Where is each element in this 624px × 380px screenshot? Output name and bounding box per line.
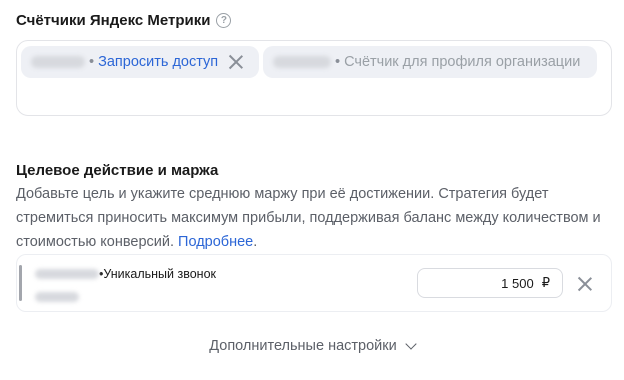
goal-sub-redacted: [35, 292, 79, 302]
remove-counter-icon[interactable]: [228, 54, 244, 70]
goal-description-text: Добавьте цель и укажите среднюю маржу пр…: [16, 186, 601, 250]
goal-description: Добавьте цель и укажите среднюю маржу пр…: [16, 182, 616, 254]
counter-chip-2[interactable]: • Счётчик для профиля организации: [263, 46, 597, 78]
org-profile-counter-label: Счётчик для профиля организации: [344, 54, 581, 70]
learn-more-link[interactable]: Подробнее: [178, 234, 253, 250]
goal-section-title: Целевое действие и маржа: [16, 162, 219, 179]
request-access-link[interactable]: Запросить доступ: [98, 54, 218, 70]
counter-id-redacted: [273, 56, 331, 68]
chip-separator: •: [89, 54, 95, 70]
more-settings-label: Дополнительные настройки: [209, 338, 397, 354]
goal-name-line: • Уникальный звонок: [35, 267, 216, 281]
goal-subline: [35, 289, 79, 307]
counter-id-redacted: [31, 56, 85, 68]
link-suffix: .: [253, 234, 258, 250]
more-settings-toggle[interactable]: Дополнительные настройки: [0, 337, 624, 354]
remove-goal-icon[interactable]: [577, 276, 593, 292]
counters-title-text: Счётчики Яндекс Метрики: [16, 12, 211, 29]
margin-input[interactable]: 1 500 ₽: [417, 268, 563, 298]
chevron-down-icon: [405, 337, 417, 350]
goal-id-redacted: [35, 269, 99, 279]
currency-symbol: ₽: [541, 275, 550, 290]
counter-chip-1[interactable]: • Запросить доступ: [21, 46, 259, 78]
help-icon[interactable]: ?: [216, 13, 232, 28]
counters-input-box[interactable]: • Запросить доступ • Счётчик для профиля…: [16, 40, 612, 116]
counters-section-title: Счётчики Яндекс Метрики ?: [16, 12, 232, 29]
goal-name: Уникальный звонок: [103, 267, 217, 281]
goal-row-accent: [19, 265, 22, 301]
margin-value: 1 500: [501, 275, 534, 291]
chip-separator: •: [335, 54, 341, 70]
goal-row: • Уникальный звонок 1 500 ₽: [16, 254, 612, 312]
